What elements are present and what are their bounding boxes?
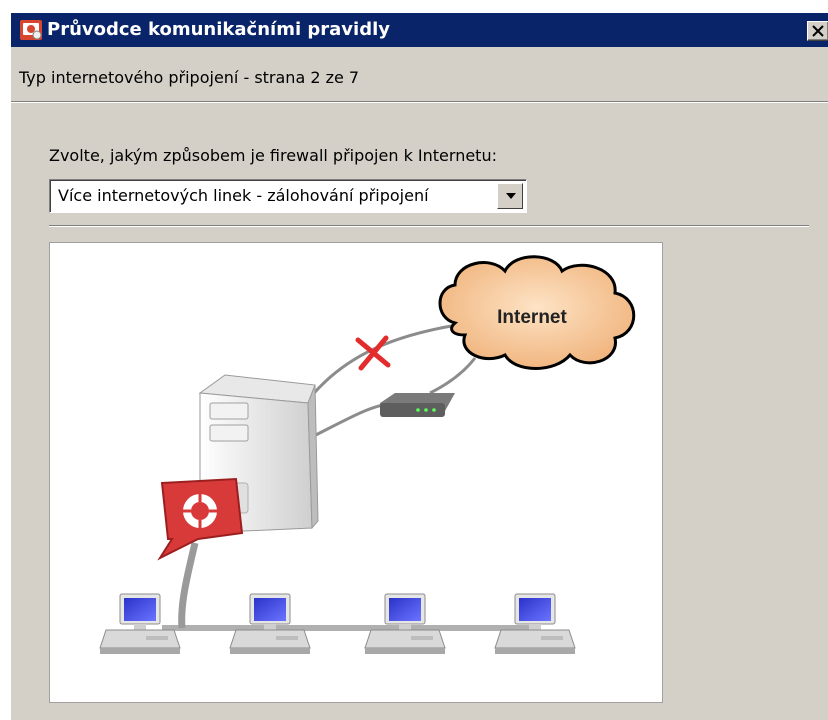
wizard-window: Průvodce komunikačními pravidly Typ inte…	[10, 12, 828, 720]
server-lan-cable	[178, 542, 199, 629]
router-internet-link	[429, 357, 477, 395]
close-button[interactable]	[807, 21, 828, 41]
connection-prompt-label: Zvolte, jakým způsobem je firewall připo…	[49, 146, 497, 165]
workstation-icon-4	[494, 593, 576, 655]
link-failure-icon	[355, 335, 391, 371]
header-divider	[11, 101, 828, 103]
workstation-icon-3	[364, 593, 446, 655]
content-divider	[49, 225, 809, 227]
page-subtitle: Typ internetového připojení - strana 2 z…	[19, 68, 360, 87]
workstation-icon-2	[229, 593, 311, 655]
close-icon	[812, 25, 824, 37]
connection-type-select[interactable]: Více internetových linek - zálohování př…	[49, 179, 527, 213]
connection-type-value: Více internetových linek - zálohování př…	[58, 186, 429, 205]
network-diagram: Internet	[49, 242, 663, 703]
router-icon	[380, 393, 455, 417]
window-title: Průvodce komunikačními pravidly	[47, 19, 390, 40]
chevron-down-icon	[506, 193, 516, 199]
dropdown-button[interactable]	[497, 183, 523, 209]
title-bar[interactable]: Průvodce komunikačními pravidly	[11, 13, 828, 47]
workstation-icon-1	[99, 593, 181, 655]
wizard-app-icon	[20, 20, 42, 40]
cloud-label: Internet	[497, 307, 567, 328]
firewall-badge-icon	[157, 477, 244, 561]
